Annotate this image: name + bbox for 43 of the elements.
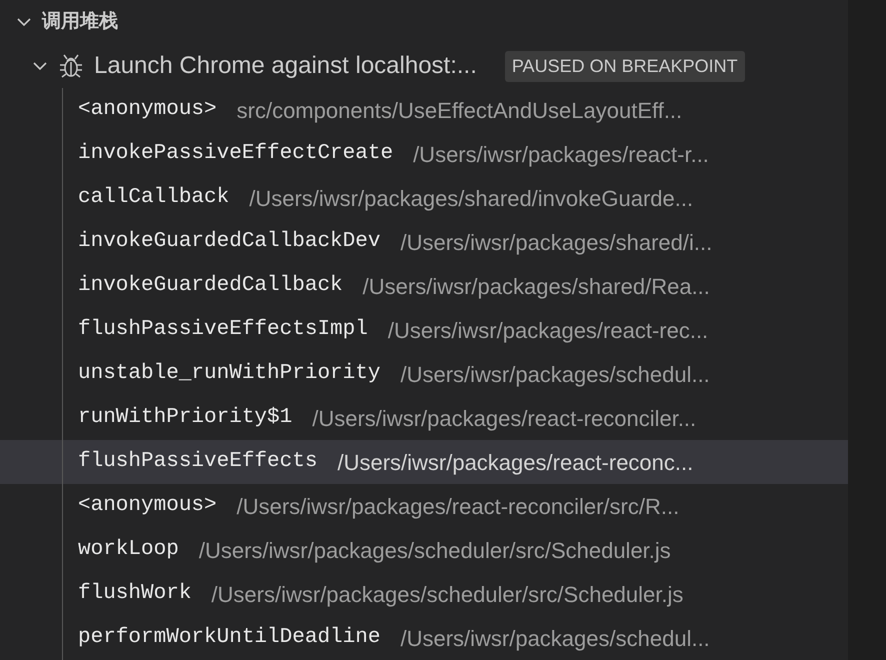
session-name[interactable]: Launch Chrome against localhost:... bbox=[94, 48, 477, 84]
stack-frame-row[interactable]: runWithPriority$1 /Users/iwsr/packages/react-reconciler... bbox=[0, 396, 848, 440]
status-badge: PAUSED ON BREAKPOINT bbox=[504, 50, 745, 82]
file-path: /Users/iwsr/packages/shared/Rea... bbox=[362, 272, 710, 301]
stack-frame-row[interactable]: invokePassiveEffectCreate /Users/iwsr/packages/react-r... bbox=[0, 132, 848, 176]
function-name: <anonymous> bbox=[78, 493, 217, 520]
function-name: invokeGuardedCallback bbox=[78, 273, 343, 300]
stack-frame-row[interactable]: workLoop /Users/iwsr/packages/scheduler/src/Scheduler.js bbox=[0, 528, 848, 572]
function-name: workLoop bbox=[78, 537, 179, 564]
section-title[interactable]: 调用堆栈 bbox=[42, 8, 118, 36]
bug-icon bbox=[58, 53, 84, 79]
stack-frame-row[interactable]: invokeGuardedCallback /Users/iwsr/packages/shared/Rea... bbox=[0, 264, 848, 308]
stack-frame-row[interactable]: flushWork /Users/iwsr/packages/scheduler/src/Scheduler.js bbox=[0, 572, 848, 616]
stack-frame-row[interactable]: flushPassiveEffects /Users/iwsr/packages/react-reconc... bbox=[0, 440, 848, 484]
function-name: performWorkUntilDeadline bbox=[78, 625, 380, 652]
file-path: /Users/iwsr/packages/scheduler/src/Scheduler.js bbox=[211, 580, 684, 609]
stack-frame-row[interactable]: invokeGuardedCallbackDev /Users/iwsr/packages/shared/i... bbox=[0, 220, 848, 264]
function-name: invokePassiveEffectCreate bbox=[78, 141, 394, 168]
function-name: flushPassiveEffects bbox=[78, 449, 318, 476]
file-path: /Users/iwsr/packages/schedul... bbox=[400, 624, 710, 653]
stack-frame-row[interactable]: <anonymous> /Users/iwsr/packages/react-reconciler/src/R... bbox=[0, 484, 848, 528]
file-path: /Users/iwsr/packages/shared/i... bbox=[400, 228, 712, 257]
file-path: /Users/iwsr/packages/schedul... bbox=[400, 360, 710, 389]
function-name: flushWork bbox=[78, 581, 192, 608]
function-name: unstable_runWithPriority bbox=[78, 361, 380, 388]
file-path: /Users/iwsr/packages/react-r... bbox=[413, 140, 709, 169]
stack-frame-row[interactable]: callCallback /Users/iwsr/packages/shared/invokeGuarde... bbox=[0, 176, 848, 220]
stack-frame-row[interactable]: flushPassiveEffectsImpl /Users/iwsr/packages/react-rec... bbox=[0, 308, 848, 352]
file-path: /Users/iwsr/packages/scheduler/src/Scheduler.js bbox=[198, 536, 671, 565]
file-path: /Users/iwsr/packages/shared/invokeGuarde... bbox=[249, 184, 694, 213]
function-name: <anonymous> bbox=[78, 97, 217, 124]
stack-frame-row[interactable]: performWorkUntilDeadline /Users/iwsr/packages/schedul... bbox=[0, 616, 848, 660]
file-path: /Users/iwsr/packages/react-reconc... bbox=[337, 448, 694, 477]
file-path: src/components/UseEffectAndUseLayoutEff... bbox=[236, 96, 682, 125]
file-path: /Users/iwsr/packages/react-reconciler/src/R... bbox=[236, 492, 680, 521]
file-path: /Users/iwsr/packages/react-reconciler... bbox=[312, 404, 696, 433]
function-name: flushPassiveEffectsImpl bbox=[78, 317, 368, 344]
file-path: /Users/iwsr/packages/react-rec... bbox=[388, 316, 708, 345]
function-name: invokeGuardedCallbackDev bbox=[78, 229, 380, 256]
function-name: callCallback bbox=[78, 185, 230, 212]
stack-frame-row[interactable]: unstable_runWithPriority /Users/iwsr/packages/schedul... bbox=[0, 352, 848, 396]
stack-frame-row[interactable]: <anonymous> src/components/UseEffectAndUseLayoutEff... bbox=[0, 88, 848, 132]
function-name: runWithPriority$1 bbox=[78, 405, 292, 432]
